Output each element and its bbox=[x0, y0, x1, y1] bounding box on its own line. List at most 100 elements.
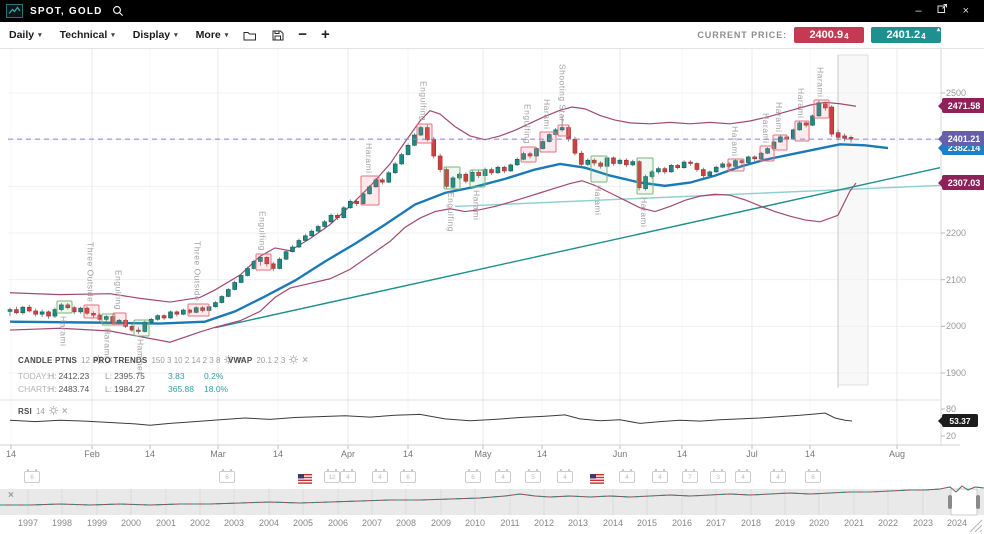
navigator-year-1999: 1999 bbox=[87, 518, 107, 528]
pattern-label-engulfing: Engulfing bbox=[419, 81, 429, 121]
x-axis-label-14: 14 bbox=[677, 449, 687, 459]
pattern-label-engulfing: Engulfing bbox=[114, 270, 124, 310]
x-axis-label-14: 14 bbox=[6, 449, 16, 459]
navigator-year-2021: 2021 bbox=[844, 518, 864, 528]
open-folder-icon[interactable] bbox=[243, 30, 257, 41]
save-icon[interactable] bbox=[272, 30, 284, 41]
event-calendar-marker[interactable]: 6 bbox=[400, 471, 416, 483]
zoom-out-button[interactable]: − bbox=[298, 25, 307, 45]
price-tick-2100: 2100 bbox=[946, 275, 966, 285]
menu-more[interactable]: More▾ bbox=[196, 29, 229, 41]
search-icon[interactable] bbox=[112, 5, 124, 17]
event-calendar-marker[interactable]: 6 bbox=[465, 471, 481, 483]
chevron-down-icon: ▾ bbox=[174, 31, 178, 39]
bid-price-badge: 2400.94 bbox=[794, 27, 864, 43]
rsi-tick-20: 20 bbox=[946, 431, 956, 441]
rsi-tick-80: 80 bbox=[946, 404, 956, 414]
current-price-label: CURRENT PRICE: bbox=[697, 30, 787, 40]
pattern-label-harami: Harami bbox=[796, 88, 806, 118]
pattern-label-harami: Harami bbox=[59, 316, 69, 346]
x-axis-label-14: 14 bbox=[805, 449, 815, 459]
x-axis-label-14: 14 bbox=[403, 449, 413, 459]
x-axis-label-Aug: Aug bbox=[889, 449, 905, 459]
event-calendar-marker[interactable]: 6 bbox=[24, 471, 40, 483]
close-icon[interactable]: × bbox=[302, 357, 308, 365]
navigator-year-2017: 2017 bbox=[706, 518, 726, 528]
minimize-button[interactable]: – bbox=[915, 0, 921, 22]
event-calendar-marker[interactable]: 4 bbox=[557, 471, 573, 483]
navigator-year-2022: 2022 bbox=[878, 518, 898, 528]
navigator-year-2024: 2024 bbox=[947, 518, 967, 528]
event-calendar-marker[interactable]: 4 bbox=[770, 471, 786, 483]
navigator-year-1997: 1997 bbox=[18, 518, 38, 528]
us-flag-icon[interactable] bbox=[590, 471, 604, 489]
chart-stats-row: CHART: H:2483.74 L:1984.27 365.88 18.0% bbox=[18, 384, 258, 394]
event-calendar-marker[interactable]: 4 bbox=[735, 471, 751, 483]
event-calendar-marker[interactable]: 12 bbox=[324, 471, 340, 483]
app-window: SPOT, GOLD – × Daily▾ Technical▾ Display… bbox=[0, 0, 984, 534]
menu-periodicity[interactable]: Daily▾ bbox=[9, 29, 42, 41]
event-calendar-marker[interactable]: 4 bbox=[619, 471, 635, 483]
event-calendar-marker[interactable]: 6 bbox=[219, 471, 235, 483]
event-calendar-marker[interactable]: 4 bbox=[495, 471, 511, 483]
navigator-left-handle[interactable] bbox=[948, 495, 952, 509]
navigator-right-handle[interactable] bbox=[976, 495, 980, 509]
navigator-selection[interactable] bbox=[951, 489, 977, 515]
chevron-down-icon: ▾ bbox=[225, 31, 229, 39]
navigator-year-2019: 2019 bbox=[775, 518, 795, 528]
rsi-value-badge: 53.37 bbox=[942, 414, 978, 427]
x-axis-label-Jul: Jul bbox=[746, 449, 758, 459]
pattern-label-three-outside: Three Outside bbox=[193, 241, 203, 301]
event-calendar-marker[interactable]: 4 bbox=[652, 471, 668, 483]
ask-price-badge: 2401.24▴ bbox=[871, 27, 941, 43]
event-calendar-marker[interactable]: 5 bbox=[525, 471, 541, 483]
pattern-label-harami: Harami bbox=[472, 190, 482, 220]
navigator-year-2011: 2011 bbox=[500, 518, 519, 528]
navigator-year-2014: 2014 bbox=[603, 518, 623, 528]
navigator-year-2018: 2018 bbox=[741, 518, 761, 528]
title-bar: SPOT, GOLD – × bbox=[0, 0, 984, 22]
event-calendar-marker[interactable]: 6 bbox=[805, 471, 821, 483]
event-calendar-marker[interactable]: 4 bbox=[340, 471, 356, 483]
pattern-label-engulfing: Engulfing bbox=[258, 211, 268, 251]
legend-pro-trends: PRO TRENDS 150 3 10 2 14 2 3 8 × bbox=[93, 355, 243, 366]
navigator-year-2008: 2008 bbox=[396, 518, 416, 528]
gear-icon[interactable] bbox=[49, 406, 58, 417]
pattern-label-harami: Harami bbox=[761, 113, 771, 143]
us-flag-icon[interactable] bbox=[298, 471, 312, 489]
navigator-close-icon[interactable]: × bbox=[8, 490, 14, 501]
x-axis-label-14: 14 bbox=[537, 449, 547, 459]
x-axis-label-14: 14 bbox=[273, 449, 283, 459]
event-calendar-marker[interactable]: 4 bbox=[372, 471, 388, 483]
menu-technical[interactable]: Technical▾ bbox=[60, 29, 115, 41]
lower-band-badge: 2307.03 bbox=[942, 175, 984, 190]
chevron-down-icon: ▾ bbox=[38, 31, 42, 39]
upper-band-badge: 2471.58 bbox=[942, 98, 984, 113]
event-calendar-marker[interactable]: 3 bbox=[710, 471, 726, 483]
gear-icon[interactable] bbox=[289, 355, 298, 366]
navigator-year-2006: 2006 bbox=[328, 518, 348, 528]
toolbar: Daily▾ Technical▾ Display▾ More▾ − + CUR… bbox=[0, 22, 984, 49]
popout-icon[interactable] bbox=[937, 0, 948, 22]
event-calendar-marker[interactable]: 7 bbox=[682, 471, 698, 483]
pattern-label-harami: Harami bbox=[816, 67, 826, 97]
pattern-label-harami: Harami bbox=[593, 185, 603, 215]
navigator-year-2009: 2009 bbox=[431, 518, 451, 528]
menu-display[interactable]: Display▾ bbox=[133, 29, 178, 41]
legend-vwap: VWAP 20.1 2 3 × bbox=[228, 355, 308, 366]
navigator-year-2003: 2003 bbox=[224, 518, 244, 528]
navigator-year-2007: 2007 bbox=[362, 518, 382, 528]
navigator-year-2023: 2023 bbox=[913, 518, 933, 528]
navigator-year-2001: 2001 bbox=[156, 518, 176, 528]
pattern-label-engulfing: Engulfing bbox=[446, 192, 456, 232]
zoom-in-button[interactable]: + bbox=[321, 25, 330, 45]
navigator-year-2015: 2015 bbox=[637, 518, 657, 528]
current-price-badge: 2401.21 bbox=[942, 131, 984, 146]
close-button[interactable]: × bbox=[963, 0, 969, 22]
x-axis-label-Mar: Mar bbox=[210, 449, 226, 459]
close-icon[interactable]: × bbox=[62, 408, 68, 416]
pattern-label-harami: Harami bbox=[774, 102, 784, 132]
navigator-year-2010: 2010 bbox=[465, 518, 485, 528]
price-tick-2500: 2500 bbox=[946, 88, 966, 98]
navigator-year-2016: 2016 bbox=[672, 518, 692, 528]
